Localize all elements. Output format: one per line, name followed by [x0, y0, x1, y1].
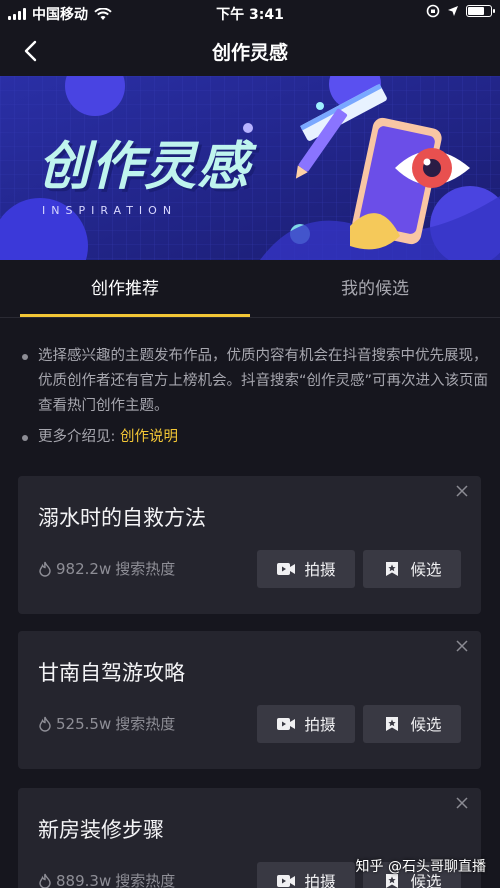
- info-paragraph-row: 选择感兴趣的主题发布作品，优质内容有机会在抖音搜索中优先展现，优质创作者还有官方…: [22, 344, 492, 419]
- shoot-label: 拍摄: [304, 873, 336, 888]
- flame-icon: [39, 873, 51, 888]
- bookmark-star-icon: [386, 562, 399, 576]
- heat-value: 982.2w: [56, 559, 112, 578]
- topic-title: 新房装修步骤: [38, 818, 164, 842]
- info-paragraph: 选择感兴趣的主题发布作品，优质内容有机会在抖音搜索中优先展现，优质创作者还有官方…: [38, 348, 489, 414]
- tab-recommend[interactable]: 创作推荐: [0, 260, 250, 318]
- more-info-prefix: 更多介绍见:: [38, 429, 120, 445]
- candidate-button[interactable]: 候选: [363, 550, 461, 588]
- heat-value: 889.3w: [56, 871, 112, 888]
- shoot-label: 拍摄: [304, 561, 336, 579]
- bullet-dot: [22, 354, 28, 360]
- shoot-button[interactable]: 拍摄: [257, 862, 355, 888]
- search-heat: 889.3w 搜索热度: [38, 870, 175, 888]
- video-camera-icon: [277, 718, 296, 730]
- video-camera-icon: [277, 875, 296, 887]
- watermark: 知乎 @石头哥聊直播: [355, 859, 486, 875]
- location-icon: [448, 6, 458, 16]
- close-icon: [456, 640, 468, 652]
- topic-card[interactable]: 溺水时的自救方法 982.2w 搜索热度 拍摄 候选: [18, 476, 481, 614]
- close-button[interactable]: [453, 637, 471, 655]
- heat-label: 搜索热度: [115, 715, 176, 733]
- bookmark-star-icon: [386, 717, 399, 731]
- search-heat: 982.2w 搜索热度: [38, 558, 175, 579]
- status-right: [426, 4, 495, 18]
- info-section: 选择感兴趣的主题发布作品，优质内容有机会在抖音搜索中优先展现，优质创作者还有官方…: [22, 344, 492, 450]
- flame-icon: [39, 716, 51, 732]
- close-icon: [456, 797, 468, 809]
- page-title: 创作灵感: [211, 42, 288, 64]
- status-bar: 中国移动 下午 3:41: [0, 0, 500, 26]
- inspiration-banner: 创作灵感 INSPIRATION: [0, 76, 500, 260]
- banner-title: 创作灵感: [38, 137, 251, 197]
- topic-title: 甘南自驾游攻略: [38, 661, 185, 685]
- orientation-lock-icon: [426, 4, 440, 18]
- active-tab-indicator: [20, 314, 250, 317]
- shoot-label: 拍摄: [304, 716, 336, 734]
- tab-bar: 创作推荐 我的候选: [0, 260, 500, 318]
- video-camera-icon: [277, 563, 296, 575]
- bullet-dot: [22, 435, 28, 441]
- creation-guide-link[interactable]: 创作说明: [120, 429, 178, 445]
- topic-title: 溺水时的自救方法: [38, 506, 206, 530]
- tab-my-candidates[interactable]: 我的候选: [250, 260, 500, 318]
- status-time: 下午 3:41: [216, 7, 284, 23]
- candidate-button[interactable]: 候选: [363, 705, 461, 743]
- candidate-label: 候选: [410, 561, 442, 579]
- close-icon: [456, 485, 468, 497]
- candidate-label: 候选: [410, 716, 442, 734]
- battery-level: [468, 7, 484, 15]
- topic-card[interactable]: 甘南自驾游攻略 525.5w 搜索热度 拍摄 候选: [18, 631, 481, 769]
- close-button[interactable]: [453, 482, 471, 500]
- nav-bar: 创作灵感: [0, 26, 500, 76]
- search-heat: 525.5w 搜索热度: [38, 713, 175, 734]
- banner-subtitle: INSPIRATION: [42, 204, 178, 217]
- battery-icon: [466, 5, 495, 17]
- shoot-button[interactable]: 拍摄: [257, 550, 355, 588]
- heat-label: 搜索热度: [115, 872, 176, 888]
- close-button[interactable]: [453, 794, 471, 812]
- heat-value: 525.5w: [56, 714, 112, 733]
- more-info-row: 更多介绍见: 创作说明: [22, 425, 492, 450]
- heat-label: 搜索热度: [115, 560, 176, 578]
- shoot-button[interactable]: 拍摄: [257, 705, 355, 743]
- flame-icon: [39, 561, 51, 577]
